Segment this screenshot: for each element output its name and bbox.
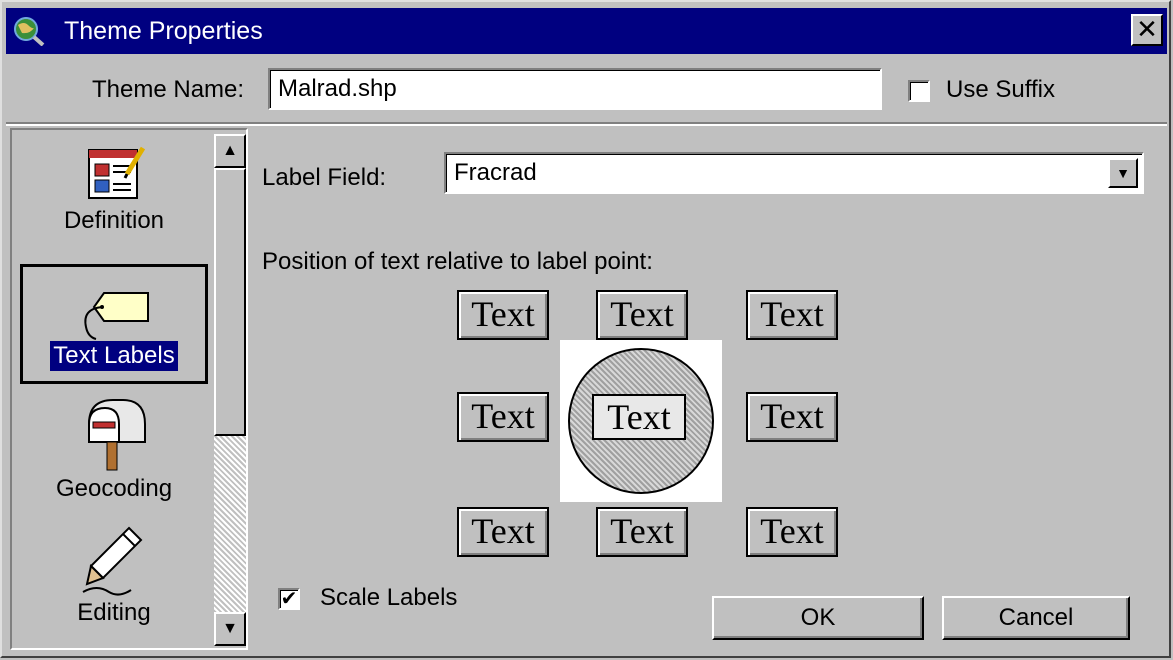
scroll-up-button[interactable]: ▲ [214,134,246,168]
label-field-value: Fracrad [454,159,537,186]
position-middle-center-button[interactable]: Text [592,394,686,440]
scale-labels-label[interactable]: Scale Labels [320,582,457,614]
position-bottom-left-button[interactable]: Text [457,507,549,557]
chevron-down-icon: ▼ [1116,165,1130,181]
position-top-center-button[interactable]: Text [596,290,688,340]
position-bottom-right-button[interactable]: Text [746,507,838,557]
position-top-left-button[interactable]: Text [457,290,549,340]
position-middle-left-button[interactable]: Text [457,392,549,442]
theme-properties-window: Theme Properties ✕ Theme Name: Use Suffi… [0,0,1171,658]
category-scrollbar[interactable]: ▲ ▼ [214,134,246,646]
theme-name-input[interactable] [268,68,882,110]
position-label: Position of text relative to label point… [262,248,653,275]
pencil-icon [82,526,143,596]
arrow-up-icon: ▲ [222,142,238,159]
tag-icon [84,292,149,340]
arrow-down-icon: ▼ [222,620,238,637]
theme-name-label: Theme Name: [92,76,245,103]
category-label: Definition [63,207,165,234]
window-title: Theme Properties [64,17,263,45]
title-bar[interactable]: Theme Properties ✕ [6,8,1167,54]
category-label: Editing [77,599,151,626]
use-suffix-checkbox[interactable] [908,80,930,102]
label-field-dropdown[interactable]: Fracrad ▼ [444,152,1144,194]
checkmark-icon: ✔ [280,588,298,610]
ok-button[interactable]: OK [712,596,924,640]
scroll-down-button[interactable]: ▼ [214,612,246,646]
category-geocoding[interactable]: Geocoding [20,394,208,504]
close-icon: ✕ [1136,14,1158,44]
category-label: Geocoding [55,475,173,502]
category-text-labels[interactable]: Text Labels [20,264,208,384]
separator [6,122,1167,126]
close-button[interactable]: ✕ [1131,14,1163,46]
dropdown-button[interactable]: ▼ [1108,158,1138,188]
definition-icon [88,146,145,199]
position-top-right-button[interactable]: Text [746,290,838,340]
globe-magnifier-icon [14,17,45,46]
label-field-label: Label Field: [262,164,387,191]
position-bottom-center-button[interactable]: Text [596,507,688,557]
mailbox-icon [88,399,146,471]
use-suffix-label[interactable]: Use Suffix [946,74,1055,106]
category-definition[interactable]: Definition [20,144,208,236]
category-editing[interactable]: Editing [20,522,208,628]
scroll-thumb[interactable] [214,168,246,436]
category-list: Definition Text Labels Geocoding Editing… [10,128,248,650]
scale-labels-checkbox[interactable]: ✔ [278,588,300,610]
position-middle-right-button[interactable]: Text [746,392,838,442]
cancel-button[interactable]: Cancel [942,596,1130,640]
category-label: Text Labels [50,341,178,371]
